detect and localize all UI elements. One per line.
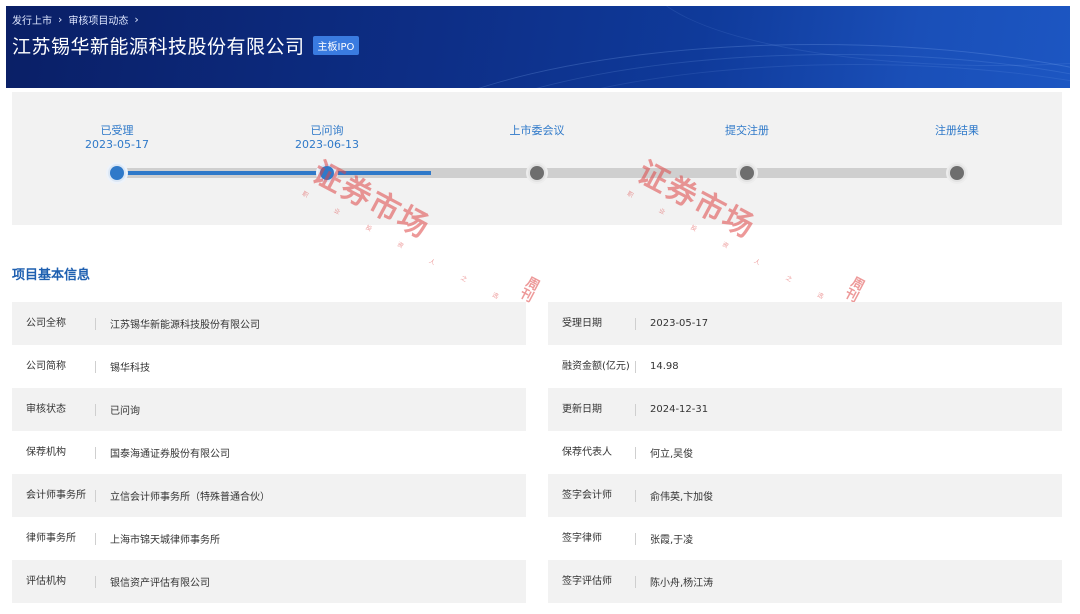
info-key: 签字会计师: [548, 489, 636, 502]
info-row-update-date: 更新日期 2024-12-31: [548, 388, 1062, 431]
info-key: 签字律师: [548, 532, 636, 545]
info-value: 锡华科技: [110, 363, 150, 374]
info-key: 评估机构: [12, 575, 96, 588]
info-key: 律师事务所: [12, 532, 96, 545]
step-label: 已受理: [100, 124, 134, 137]
info-value: 何立,吴俊: [650, 449, 694, 460]
info-row-sponsor-representatives: 保荐代表人 何立,吴俊: [548, 431, 1062, 474]
info-row-company-full-name: 公司全称 江苏锡华新能源科技股份有限公司: [12, 302, 526, 345]
page: 发行上市 › 审核项目动态 › 江苏锡华新能源科技股份有限公司 主板IPO 已受…: [0, 0, 1080, 614]
info-row-sponsor: 保荐机构 国泰海通证券股份有限公司: [12, 431, 526, 474]
info-row-company-short-name: 公司简称 锡华科技: [12, 345, 526, 388]
step-date: 2023-06-13: [295, 138, 359, 151]
info-row-signing-appraisers: 签字评估师 陈小舟,杨江涛: [548, 560, 1062, 603]
breadcrumb-link-review-dynamics[interactable]: 审核项目动态: [68, 12, 128, 27]
info-key: 融资金额(亿元): [548, 360, 636, 373]
info-row-law-firm: 律师事务所 上海市锦天城律师事务所: [12, 517, 526, 560]
info-value: 2024-12-31: [650, 404, 709, 415]
info-row-accounting-firm: 会计师事务所 立信会计师事务所（特殊普通合伙）: [12, 474, 526, 517]
chevron-right-icon: ›: [134, 13, 139, 26]
info-value: 上海市锦天城律师事务所: [110, 535, 220, 546]
info-value: 张霞,于凌: [650, 535, 694, 546]
info-key: 公司全称: [12, 317, 96, 330]
info-value: 陈小舟,杨江涛: [650, 578, 714, 589]
watermark-side: 周刊: [515, 273, 542, 304]
info-row-review-status: 审核状态 已问询: [12, 388, 526, 431]
step-label: 注册结果: [935, 124, 979, 137]
step-node-registration-result: [946, 162, 968, 184]
info-row-appraisal-firm: 评估机构 银信资产评估有限公司: [12, 560, 526, 603]
info-key: 审核状态: [12, 403, 96, 416]
info-value: 银信资产评估有限公司: [110, 578, 210, 589]
chevron-right-icon: ›: [58, 13, 63, 26]
info-value: 2023-05-17: [650, 318, 709, 329]
info-row-financing-amount: 融资金额(亿元) 14.98: [548, 345, 1062, 388]
title-row: 江苏锡华新能源科技股份有限公司 主板IPO: [12, 32, 360, 59]
step-label: 已问询: [310, 124, 344, 137]
watermark-side: 周刊: [840, 273, 867, 304]
step-submit-registration: 提交注册: [667, 124, 827, 138]
step-label: 上市委会议: [509, 124, 565, 137]
info-value: 国泰海通证券股份有限公司: [110, 449, 230, 460]
info-value: 江苏锡华新能源科技股份有限公司: [110, 320, 260, 331]
review-progress-panel: 已受理 2023-05-17 已问询 2023-06-13 上市委会议 提交注册…: [12, 92, 1062, 225]
page-title: 江苏锡华新能源科技股份有限公司: [12, 36, 305, 58]
breadcrumb-link-listing[interactable]: 发行上市: [12, 12, 52, 27]
step-registration-result: 注册结果: [877, 124, 1037, 138]
info-value: 14.98: [650, 361, 679, 372]
info-key: 保荐代表人: [548, 446, 636, 459]
header-banner: 发行上市 › 审核项目动态 › 江苏锡华新能源科技股份有限公司 主板IPO: [6, 6, 1070, 88]
section-title: 项目基本信息: [12, 268, 91, 283]
step-accepted: 已受理 2023-05-17: [37, 124, 197, 152]
progress-fill: [116, 171, 431, 175]
info-row-accept-date: 受理日期 2023-05-17: [548, 302, 1062, 345]
info-key: 更新日期: [548, 403, 636, 416]
info-value: 立信会计师事务所（特殊普通合伙）: [110, 492, 270, 503]
board-badge: 主板IPO: [312, 36, 360, 55]
info-value: 俞伟英,卞加俊: [650, 492, 714, 503]
step-node-submit-registration: [736, 162, 758, 184]
info-row-signing-accountants: 签字会计师 俞伟英,卞加俊: [548, 474, 1062, 517]
step-inquired: 已问询 2023-06-13: [247, 124, 407, 152]
info-key: 签字评估师: [548, 575, 636, 588]
info-key: 保荐机构: [12, 446, 96, 459]
step-label: 提交注册: [725, 124, 769, 137]
step-node-listing-committee: [526, 162, 548, 184]
info-value: 已问询: [110, 406, 140, 417]
info-key: 会计师事务所: [12, 489, 96, 502]
step-node-accepted: [106, 162, 128, 184]
info-key: 受理日期: [548, 317, 636, 330]
info-row-signing-lawyers: 签字律师 张霞,于凌: [548, 517, 1062, 560]
step-listing-committee: 上市委会议: [457, 124, 617, 138]
step-date: 2023-05-17: [85, 138, 149, 151]
step-node-inquired: [316, 162, 338, 184]
info-key: 公司简称: [12, 360, 96, 373]
breadcrumb: 发行上市 › 审核项目动态 ›: [12, 12, 139, 27]
